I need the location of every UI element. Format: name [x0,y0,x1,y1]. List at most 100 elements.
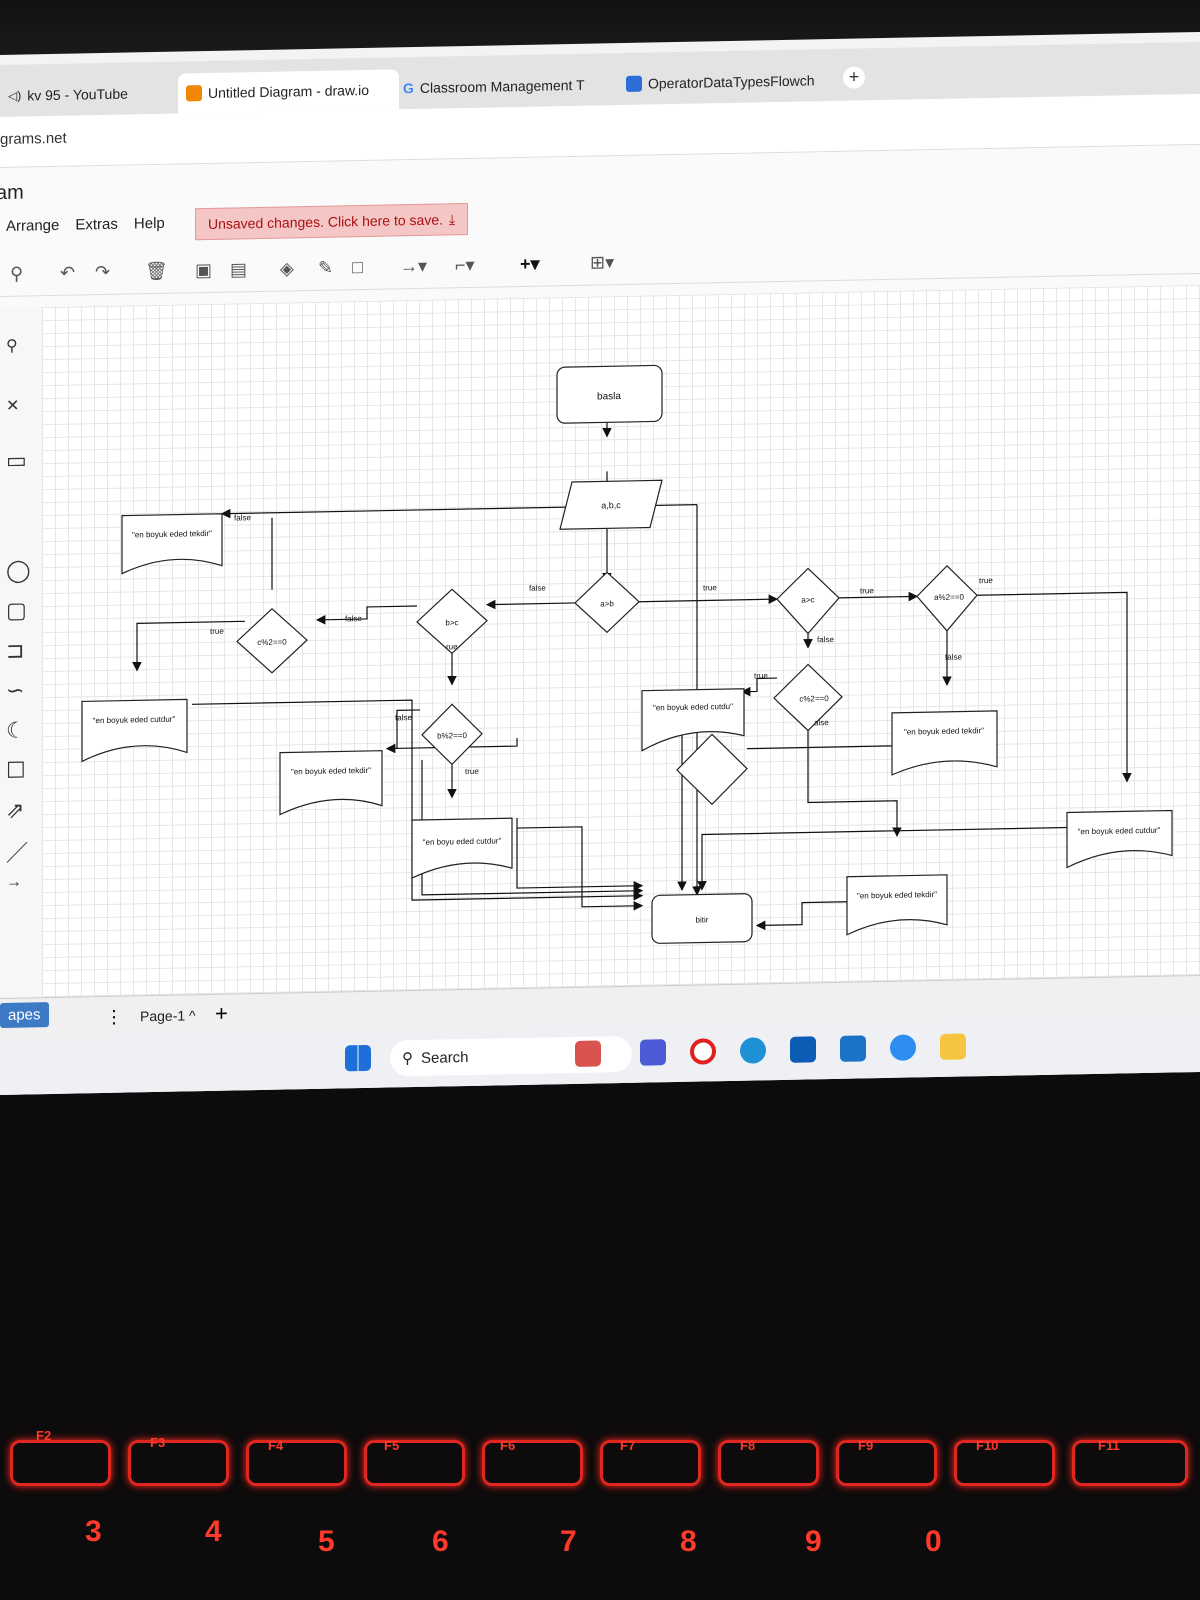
shadow-icon[interactable]: □ [352,257,363,278]
square-shape-icon[interactable]: ▢ [6,597,27,623]
doc-icon [626,75,642,92]
search-icon[interactable]: ⚲ [6,336,18,356]
diagram-title[interactable]: am [0,182,24,206]
unsaved-changes-button[interactable]: Unsaved changes. Click here to save. ⤓ [195,203,469,241]
close-icon[interactable]: ✕ [6,396,19,416]
google-icon: G [403,80,414,97]
num-label: 7 [560,1525,577,1558]
search-label: Search [421,1048,469,1067]
line-shape-icon[interactable]: ／ [6,835,28,867]
edge [755,901,852,931]
edge-label-true: true [979,576,993,585]
decision-b2-label: b%2==0 [437,731,467,741]
decision-a2-label: a%2==0 [934,592,964,602]
num-label: 3 [85,1515,102,1548]
menu-extras[interactable]: Extras [75,216,118,234]
curve-shape-icon[interactable]: ∽ [6,678,24,704]
doc-cutdur-1[interactable] [81,698,188,763]
delete-icon[interactable]: 🗑 [145,261,168,282]
app-icon[interactable] [890,1034,916,1061]
tab-youtube[interactable]: ◁) kv 95 - YouTube [0,76,176,113]
connector-shape-icon[interactable]: → [6,874,22,892]
tab-drawio[interactable]: Untitled Diagram - draw.io [178,69,399,114]
to-back-icon[interactable]: ▤ [230,259,247,280]
edge-label-true: true [465,767,479,776]
page-tab[interactable]: Page-1 ^ [140,1007,196,1024]
teams-icon[interactable] [640,1039,666,1066]
waypoints-icon[interactable]: ⌐▾ [455,255,475,276]
search-icon: ⚲ [402,1050,413,1068]
box-shape-icon[interactable]: ☐ [6,758,26,784]
insert-icon[interactable]: +▾ [520,254,540,275]
doc-cutdur-2[interactable] [411,817,513,880]
edge-label-false: false [345,614,362,623]
drawio-icon [186,85,202,102]
num-label: 5 [318,1525,335,1558]
decision-c2-left-label: c%2==0 [257,637,287,647]
edge-label-false: false [529,584,546,593]
tab-classroom[interactable]: G Classroom Management T [395,67,621,105]
rectangle-shape-icon[interactable]: ▭ [6,447,27,473]
num-label: 9 [805,1525,822,1558]
edge-label-false: false [945,653,962,662]
doc-tekdir-1[interactable] [121,513,223,575]
toolbar: ⚲ ↶ ↷ 🗑 ▣ ▤ ◈ ✎ □ →▾ ⌐▾ +▾ ⊞▾ [0,232,1200,297]
edge-icon[interactable] [740,1037,766,1064]
doc-cutdur-3-label: "en boyuk eded cutdu" [653,702,733,713]
table-icon[interactable]: ⊞▾ [590,252,614,273]
decision-empty[interactable] [676,733,748,806]
edge [315,605,417,625]
widgets-icon[interactable] [575,1040,601,1067]
redo-icon[interactable]: ↷ [95,262,110,283]
edge-label-true: true [860,586,874,595]
f-label: F10 [976,1438,999,1453]
key-f9 [836,1440,937,1486]
laptop-keyboard: F2 F3 F4 F5 F6 F7 F8 F9 F10 F11 3 4 5 6 … [0,1400,1200,1600]
edge [639,594,779,605]
tab-label: OperatorDataTypesFlowch [648,72,815,92]
key-f4 [246,1440,347,1486]
doc-cutdur-4[interactable] [1066,809,1173,869]
shapes-button[interactable]: apes [0,1002,49,1028]
line-color-icon[interactable]: ✎ [318,258,333,279]
tab-flowchart[interactable]: OperatorDataTypesFlowch [618,63,844,101]
arrow-shape-icon[interactable]: ⇗ [6,798,24,824]
tab-label: Untitled Diagram - draw.io [208,81,370,102]
menu-help[interactable]: Help [134,215,165,233]
edge [839,591,919,602]
add-page-button[interactable]: + [215,1001,228,1027]
store-icon[interactable] [790,1036,816,1063]
document-shape-icon[interactable]: ⊐ [6,638,24,664]
doc-tekdir-1-label: "en boyuk eded tekdir" [132,529,212,540]
moon-shape-icon[interactable]: ☾ [6,718,26,744]
menu-bar: Arrange Extras Help [6,215,181,235]
flowchart: basla a,b,c a>b b>c a>c a%2==0 c%2==0 b%… [81,364,1173,944]
unsaved-label: Unsaved changes. Click here to save. [208,211,444,233]
folder-icon[interactable] [940,1033,966,1060]
edge-label-true: true [703,583,717,592]
connection-icon[interactable]: →▾ [400,256,427,278]
doc-tekdir-3[interactable] [891,710,998,776]
opera-icon[interactable] [690,1038,716,1065]
mail-icon[interactable] [840,1035,866,1062]
windows-start-icon[interactable] [345,1044,371,1072]
more-icon[interactable]: ⋮ [105,1007,123,1028]
f-label: F7 [620,1438,636,1453]
f-label: F3 [150,1435,166,1450]
decision-c2-right-label: c%2==0 [799,694,829,704]
key-f7 [600,1440,701,1486]
zoom-icon[interactable]: ⚲ [10,264,23,285]
doc-cutdur-3[interactable] [641,688,745,752]
menu-arrange[interactable]: Arrange [6,217,59,235]
tab-label: kv 95 - YouTube [27,85,128,104]
diagram-canvas[interactable]: basla a,b,c a>b b>c a>c a%2==0 c%2==0 b%… [42,284,1200,998]
new-tab-button[interactable]: + [843,66,865,89]
doc-tekdir-4[interactable] [846,874,948,936]
undo-icon[interactable]: ↶ [60,263,75,284]
doc-tekdir-3-label: "en boyuk eded tekdir" [904,726,984,737]
to-front-icon[interactable]: ▣ [195,260,212,281]
ellipse-shape-icon[interactable]: ◯ [6,557,31,583]
key-f11 [1072,1440,1188,1486]
fill-color-icon[interactable]: ◈ [280,258,294,279]
doc-tekdir-2[interactable] [279,750,383,816]
